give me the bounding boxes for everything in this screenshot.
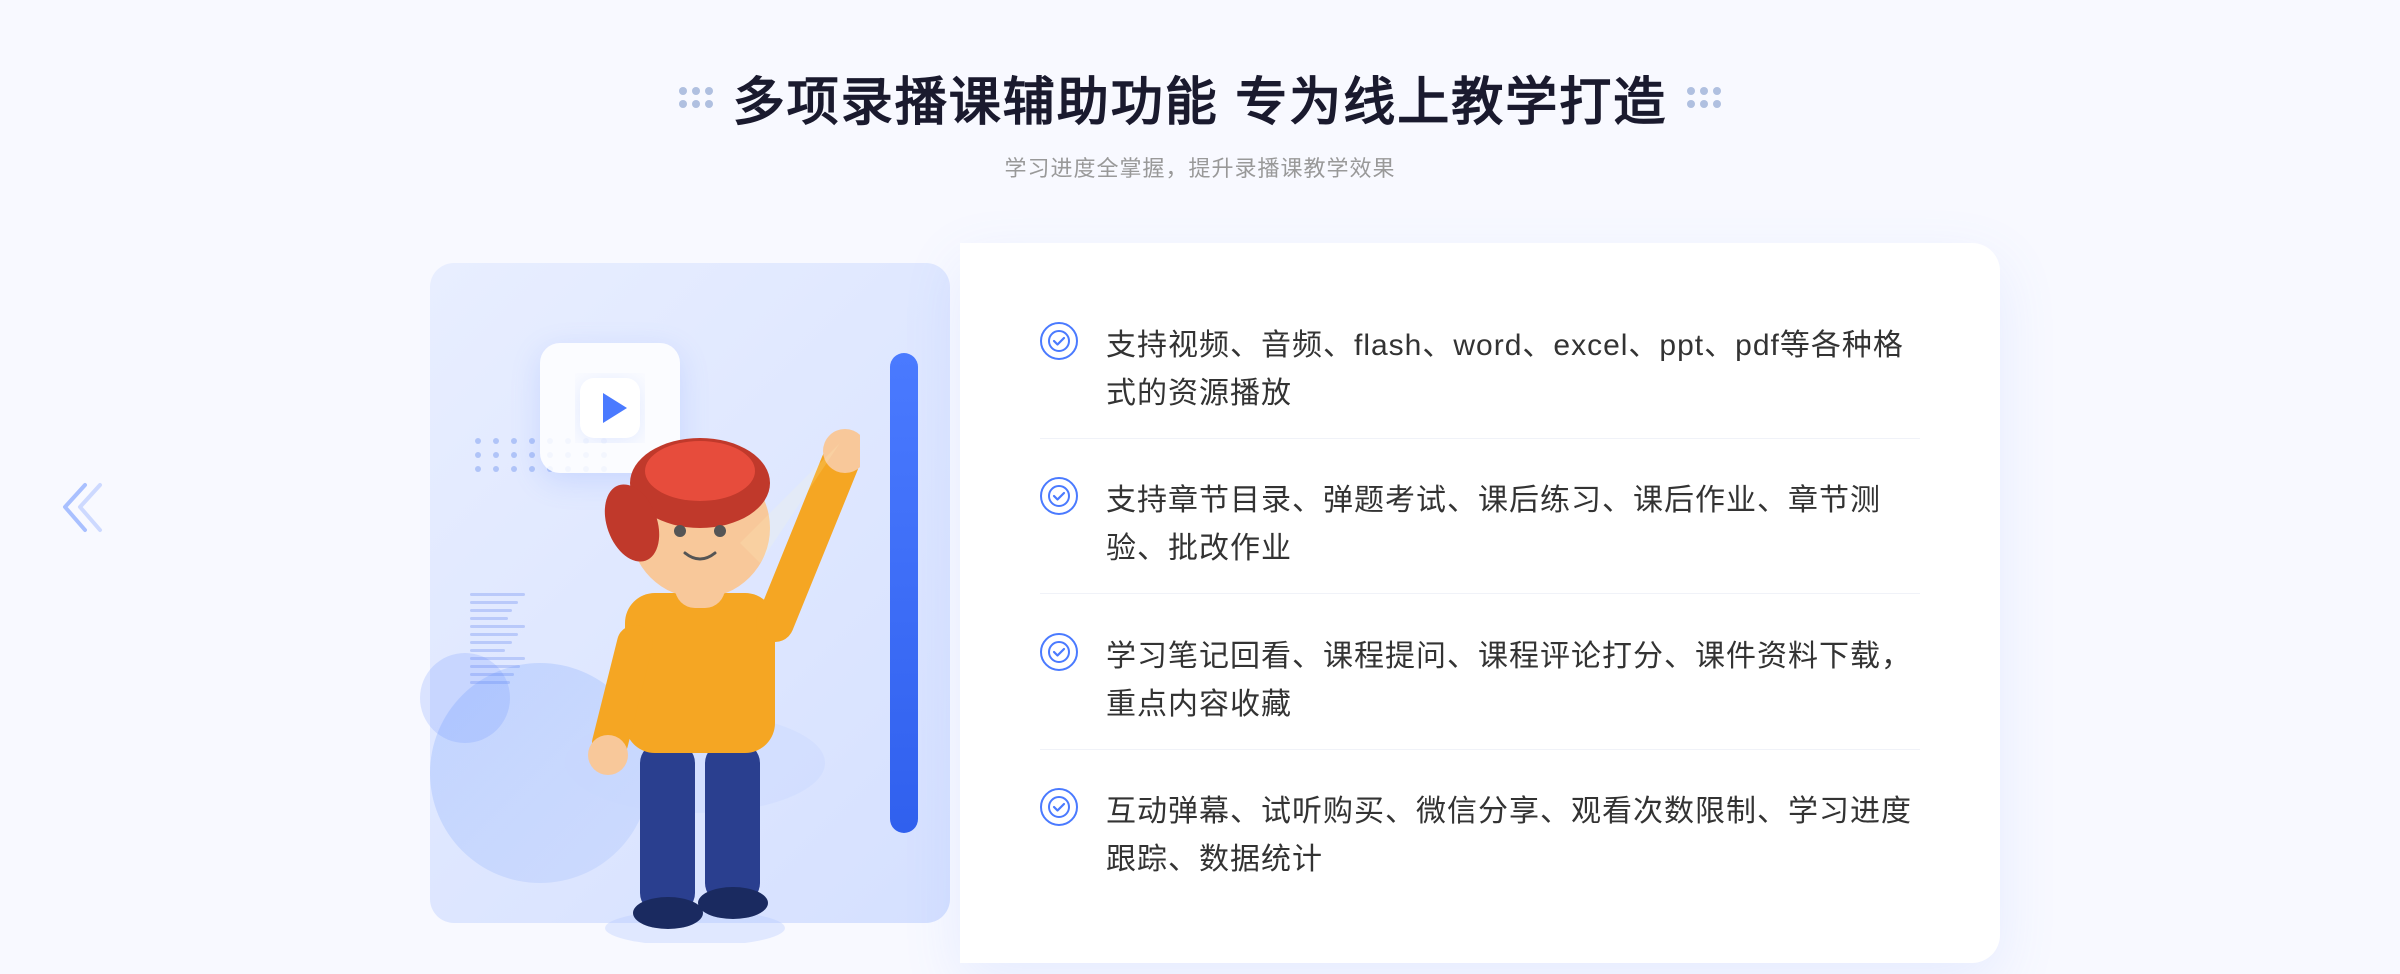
feature-item-1: 支持视频、音频、flash、word、excel、ppt、pdf等各种格式的资源… bbox=[1040, 302, 1920, 439]
feature-text-2: 支持章节目录、弹题考试、课后练习、课后作业、章节测验、批改作业 bbox=[1106, 477, 1920, 573]
page-wrapper: 多项录播课辅助功能 专为线上教学打造 学习进度全掌握，提升录播课教学效果 bbox=[0, 0, 2400, 974]
page-subtitle: 学习进度全掌握，提升录播课教学效果 bbox=[679, 151, 1721, 183]
feature-text-3: 学习笔记回看、课程提问、课程评论打分、课件资料下载，重点内容收藏 bbox=[1106, 633, 1920, 729]
main-content: 支持视频、音频、flash、word、excel、ppt、pdf等各种格式的资源… bbox=[400, 243, 2000, 963]
header-dots-right bbox=[1687, 87, 1721, 108]
feature-text-4: 互动弹幕、试听购买、微信分享、观看次数限制、学习进度跟踪、数据统计 bbox=[1106, 788, 1920, 884]
blue-vertical-bar bbox=[890, 353, 918, 833]
header-dots-left bbox=[679, 87, 713, 108]
check-icon-1 bbox=[1040, 322, 1078, 360]
person-figure bbox=[540, 363, 860, 943]
illustration-panel bbox=[400, 243, 980, 943]
feature-item-2: 支持章节目录、弹题考试、课后练习、课后作业、章节测验、批改作业 bbox=[1040, 457, 1920, 594]
page-title: 多项录播课辅助功能 专为线上教学打造 bbox=[733, 60, 1667, 135]
check-icon-4 bbox=[1040, 788, 1078, 826]
left-page-arrows bbox=[55, 480, 105, 540]
check-icon-3 bbox=[1040, 633, 1078, 671]
header-title-wrapper: 多项录播课辅助功能 专为线上教学打造 bbox=[679, 60, 1721, 135]
feature-text-1: 支持视频、音频、flash、word、excel、ppt、pdf等各种格式的资源… bbox=[1106, 322, 1920, 418]
deco-circle-small bbox=[420, 653, 510, 743]
check-icon-2 bbox=[1040, 477, 1078, 515]
content-panel: 支持视频、音频、flash、word、excel、ppt、pdf等各种格式的资源… bbox=[960, 243, 2000, 963]
feature-item-4: 互动弹幕、试听购买、微信分享、观看次数限制、学习进度跟踪、数据统计 bbox=[1040, 768, 1920, 904]
header: 多项录播课辅助功能 专为线上教学打造 学习进度全掌握，提升录播课教学效果 bbox=[679, 60, 1721, 183]
feature-item-3: 学习笔记回看、课程提问、课程评论打分、课件资料下载，重点内容收藏 bbox=[1040, 613, 1920, 750]
